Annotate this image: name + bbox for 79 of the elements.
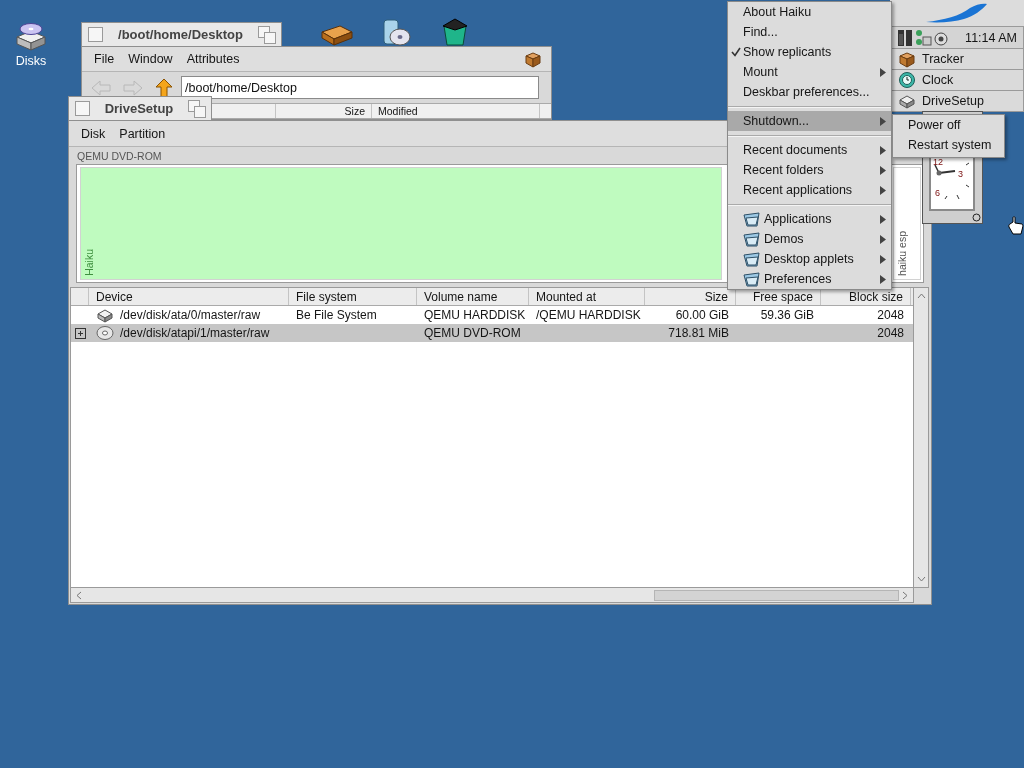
menu-item[interactable]: Deskbar preferences...: [728, 82, 891, 102]
window-title: /boot/home/Desktop: [117, 27, 244, 42]
table-cell: 2048: [877, 308, 904, 322]
bar-meter-icon[interactable]: [897, 28, 913, 47]
menu-item[interactable]: Mount: [728, 62, 891, 82]
column-header[interactable]: Size: [276, 104, 372, 118]
menu-item[interactable]: Recent folders: [728, 160, 891, 180]
menu-item[interactable]: File: [87, 52, 122, 66]
table-cell: Be File System: [296, 308, 377, 322]
path-field[interactable]: /boot/home/Desktop: [181, 76, 539, 99]
table-cell: /dev/disk/ata/0/master/raw: [120, 308, 261, 322]
partition-label: haiku esp: [896, 231, 908, 276]
table-cell: /QEMU HARDDISK: [536, 308, 641, 322]
deskbar-item[interactable]: Tracker: [890, 49, 1024, 70]
folder-icon: [743, 271, 760, 287]
menu-item[interactable]: Preferences: [728, 269, 891, 289]
disc-icon: [96, 324, 114, 342]
box-icon[interactable]: [524, 50, 542, 68]
table-cell: /dev/disk/atapi/1/master/raw: [120, 326, 270, 340]
column-header[interactable]: Modified: [372, 104, 540, 118]
menu-item[interactable]: Power off: [893, 115, 1004, 135]
menu-item[interactable]: Applications: [728, 209, 891, 229]
menu-item[interactable]: About Haiku: [728, 2, 891, 22]
zoom-box-icon[interactable]: [258, 25, 276, 44]
folder-icon: [743, 251, 760, 267]
partition-label: Haiku: [83, 249, 95, 276]
clock-time[interactable]: 11:14 AM: [965, 30, 1017, 45]
menu-item[interactable]: Window: [121, 52, 180, 66]
close-box-icon[interactable]: [88, 27, 103, 42]
clock-numeral: 3: [958, 169, 963, 179]
icon-label[interactable]: Disks: [15, 54, 47, 68]
menu-item[interactable]: Desktop applets: [728, 249, 891, 269]
column-header[interactable]: File system: [289, 288, 417, 305]
scroll-thumb[interactable]: [654, 589, 899, 601]
resize-handle-icon[interactable]: [972, 213, 981, 222]
menu-item[interactable]: Restart system: [893, 135, 1004, 155]
clock-icon: [898, 71, 916, 89]
column-header[interactable]: Volume name: [417, 288, 529, 305]
menu-item[interactable]: Recent applications: [728, 180, 891, 200]
submenu-arrow-icon: [880, 116, 886, 126]
table-row[interactable]: /dev/disk/atapi/1/master/raw QEMU DVD-ROM 718.81 MiB 2048: [71, 324, 913, 342]
menu-item[interactable]: Demos: [728, 229, 891, 249]
box-icon: [898, 50, 916, 68]
close-box-icon[interactable]: [75, 101, 90, 116]
menu-item[interactable]: Find...: [728, 22, 891, 42]
table-cell: 718.81 MiB: [668, 326, 729, 340]
menu-item[interactable]: Shutdown...: [728, 111, 891, 131]
expand-icon[interactable]: [74, 327, 86, 339]
table-cell: 59.36 GiB: [760, 308, 814, 322]
menu-item[interactable]: Attributes: [179, 52, 247, 66]
partition[interactable]: haiku esp: [893, 167, 921, 280]
disk-label: QEMU DVD-ROM: [77, 150, 162, 163]
box-icon[interactable]: [320, 24, 354, 46]
deskbar-item[interactable]: DriveSetup: [890, 91, 1024, 112]
folder-icon: [743, 231, 760, 247]
table-row[interactable]: /dev/disk/ata/0/master/raw Be File System QEMU HARDDISK /QEMU HARDDISK 60.00 GiB 59.36 GiB 2048: [71, 306, 913, 324]
column-header[interactable]: Device: [89, 288, 289, 305]
clock-numeral: 6: [935, 188, 940, 198]
submenu-arrow-icon: [880, 67, 886, 77]
table-cell: 2048: [877, 326, 904, 340]
menu-item[interactable]: Disk: [74, 126, 113, 141]
trash-icon[interactable]: [440, 18, 470, 46]
window-title: DriveSetup: [103, 101, 175, 116]
table-cell: 60.00 GiB: [675, 308, 729, 322]
hand-cursor-icon: [1008, 216, 1024, 236]
up-arrow-icon[interactable]: [155, 77, 173, 98]
table-cell: QEMU HARDDISK: [424, 308, 526, 322]
column-header[interactable]: Mounted at: [529, 288, 645, 305]
menu-item[interactable]: Partition: [112, 126, 173, 141]
check-icon: [731, 47, 741, 57]
disks-icon[interactable]: [14, 20, 48, 52]
zoom-box-icon[interactable]: [188, 99, 206, 118]
clock-numeral: 12: [933, 157, 943, 167]
menu-item[interactable]: Recent documents: [728, 140, 891, 160]
folder-icon: [743, 211, 760, 227]
table-cell: QEMU DVD-ROM: [424, 326, 521, 340]
menu-item[interactable]: Show replicants: [728, 42, 891, 62]
deskbar-item[interactable]: Clock: [890, 70, 1024, 91]
disc-icon[interactable]: [380, 18, 412, 46]
